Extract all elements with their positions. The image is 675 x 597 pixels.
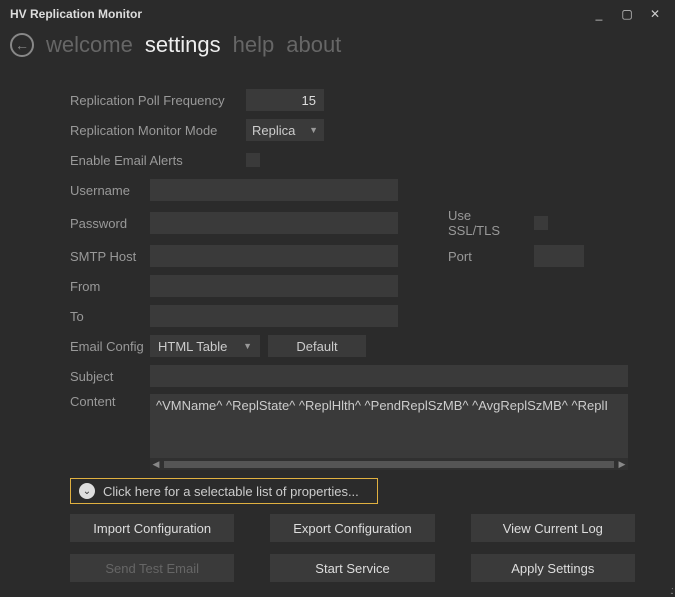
content-label: Content — [70, 394, 150, 409]
poll-label: Replication Poll Frequency — [70, 93, 246, 108]
settings-form: Replication Poll Frequency Replication M… — [0, 68, 675, 582]
tab-about[interactable]: about — [286, 32, 341, 58]
smtp-input[interactable] — [150, 245, 398, 267]
ssl-checkbox[interactable] — [534, 216, 548, 230]
mode-select[interactable]: Replica ▼ — [246, 119, 324, 141]
emailcfg-select[interactable]: HTML Table ▼ — [150, 335, 260, 357]
alerts-checkbox[interactable] — [246, 153, 260, 167]
from-label: From — [70, 279, 150, 294]
scroll-thumb[interactable] — [164, 461, 614, 468]
nav-tabs: ← welcome settings help about — [0, 28, 675, 68]
chevron-down-icon: ▼ — [309, 125, 318, 135]
port-input[interactable] — [534, 245, 584, 267]
view-log-button[interactable]: View Current Log — [471, 514, 635, 542]
alerts-label: Enable Email Alerts — [70, 153, 246, 168]
username-input[interactable] — [150, 179, 398, 201]
content-scrollbar[interactable]: ◀ ▶ — [150, 458, 628, 470]
start-service-button[interactable]: Start Service — [270, 554, 434, 582]
tab-settings[interactable]: settings — [145, 32, 221, 58]
content-textarea[interactable]: ^VMName^ ^ReplState^ ^ReplHlth^ ^PendRep… — [150, 394, 628, 458]
send-test-email-button[interactable]: Send Test Email — [70, 554, 234, 582]
chevron-down-icon: ⌄ — [79, 483, 95, 499]
titlebar: HV Replication Monitor _ ▢ ✕ — [0, 0, 675, 28]
mode-label: Replication Monitor Mode — [70, 123, 246, 138]
username-label: Username — [70, 183, 150, 198]
tab-welcome[interactable]: welcome — [46, 32, 133, 58]
apply-settings-button[interactable]: Apply Settings — [471, 554, 635, 582]
close-button[interactable]: ✕ — [641, 2, 669, 26]
subject-input[interactable] — [150, 365, 628, 387]
chevron-down-icon: ▼ — [243, 341, 252, 351]
port-label: Port — [448, 249, 526, 264]
subject-label: Subject — [70, 369, 150, 384]
smtp-label: SMTP Host — [70, 249, 150, 264]
arrow-left-icon: ← — [15, 37, 29, 53]
import-config-button[interactable]: Import Configuration — [70, 514, 234, 542]
tab-help[interactable]: help — [233, 32, 275, 58]
export-config-button[interactable]: Export Configuration — [270, 514, 434, 542]
password-input[interactable] — [150, 212, 398, 234]
password-label: Password — [70, 216, 150, 231]
to-input[interactable] — [150, 305, 398, 327]
properties-expander[interactable]: ⌄ Click here for a selectable list of pr… — [70, 478, 378, 504]
scroll-right-icon[interactable]: ▶ — [616, 459, 628, 470]
emailcfg-value: HTML Table — [158, 339, 227, 354]
emailcfg-label: Email Config — [70, 339, 150, 354]
from-input[interactable] — [150, 275, 398, 297]
expander-label: Click here for a selectable list of prop… — [103, 484, 359, 499]
maximize-button[interactable]: ▢ — [613, 2, 641, 26]
content-value: ^VMName^ ^ReplState^ ^ReplHlth^ ^PendRep… — [156, 398, 608, 413]
ssl-label: Use SSL/TLS — [448, 208, 526, 238]
mode-value: Replica — [252, 123, 295, 138]
window-title: HV Replication Monitor — [10, 7, 142, 21]
default-button[interactable]: Default — [268, 335, 366, 357]
back-button[interactable]: ← — [10, 33, 34, 57]
resize-grip[interactable]: .: — [670, 589, 672, 594]
scroll-left-icon[interactable]: ◀ — [150, 459, 162, 470]
minimize-button[interactable]: _ — [585, 2, 613, 26]
to-label: To — [70, 309, 150, 324]
poll-input[interactable] — [246, 89, 324, 111]
